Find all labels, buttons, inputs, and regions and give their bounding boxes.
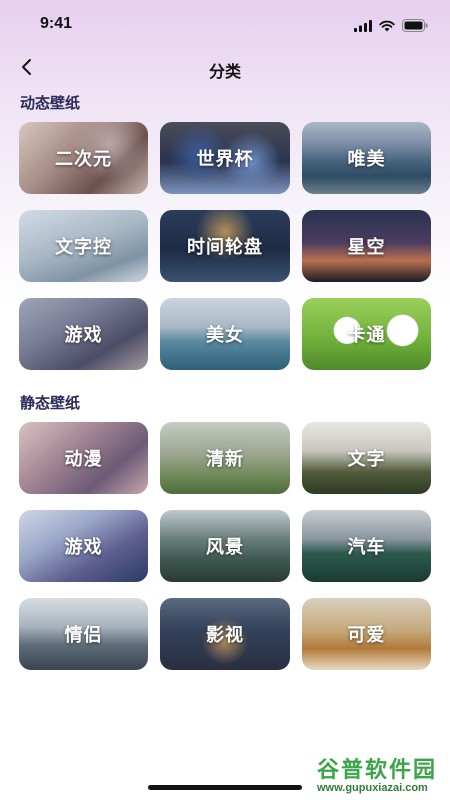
watermark: 谷普软件园 www.gupuxiazai.com xyxy=(313,752,448,798)
category-label: 文字 xyxy=(347,449,386,470)
section-title-dynamic: 动态壁纸 xyxy=(20,94,81,112)
category-tile[interactable]: 风景 xyxy=(160,510,290,582)
category-label: 可爱 xyxy=(347,625,386,646)
status-icons xyxy=(354,17,428,36)
category-tile[interactable]: 唯美 xyxy=(302,122,431,194)
status-bar: 9:41 xyxy=(0,0,450,50)
category-tile[interactable]: 文字控 xyxy=(19,210,148,282)
category-tile[interactable]: 世界杯 xyxy=(160,122,290,194)
category-label: 风景 xyxy=(206,537,244,558)
category-label: 卡通 xyxy=(347,325,386,346)
category-tile[interactable]: 时间轮盘 xyxy=(160,210,290,282)
category-tile[interactable]: 影视 xyxy=(160,598,290,670)
category-tile[interactable]: 游戏 xyxy=(19,510,148,582)
category-label: 汽车 xyxy=(347,537,386,558)
category-label: 时间轮盘 xyxy=(187,237,263,258)
category-label: 游戏 xyxy=(64,325,103,346)
status-time: 9:41 xyxy=(40,15,73,32)
category-tile[interactable]: 汽车 xyxy=(302,510,431,582)
category-label: 清新 xyxy=(206,449,244,470)
category-tile[interactable]: 清新 xyxy=(160,422,290,494)
category-label: 唯美 xyxy=(347,149,386,170)
category-tile[interactable]: 游戏 xyxy=(19,298,148,370)
home-indicator[interactable] xyxy=(148,785,302,790)
category-label: 星空 xyxy=(347,237,386,258)
watermark-url: www.gupuxiazai.com xyxy=(317,782,428,794)
category-label: 美女 xyxy=(206,325,244,346)
nav-bar: 分类 xyxy=(0,52,450,88)
battery-icon xyxy=(402,17,428,36)
category-label: 情侣 xyxy=(64,625,103,646)
category-tile[interactable]: 卡通 xyxy=(302,298,431,370)
static-wallpaper-grid: 动漫 清新 文字 游戏 风景 汽车 情侣 影视 可爱 xyxy=(19,422,431,670)
category-label: 游戏 xyxy=(64,537,103,558)
category-label: 二次元 xyxy=(55,149,112,170)
category-tile[interactable]: 文字 xyxy=(302,422,431,494)
category-tile[interactable]: 情侣 xyxy=(19,598,148,670)
category-label: 文字控 xyxy=(55,237,112,258)
wifi-icon xyxy=(379,17,395,36)
category-label: 影视 xyxy=(206,625,244,646)
cellular-signal-icon xyxy=(354,17,372,36)
category-label: 世界杯 xyxy=(196,149,254,170)
page-title: 分类 xyxy=(208,62,241,81)
section-title-static: 静态壁纸 xyxy=(20,394,81,412)
category-tile[interactable]: 二次元 xyxy=(19,122,148,194)
watermark-name: 谷普软件园 xyxy=(317,758,438,783)
category-tile[interactable]: 动漫 xyxy=(19,422,148,494)
category-tile[interactable]: 可爱 xyxy=(302,598,431,670)
category-tile[interactable]: 星空 xyxy=(302,210,431,282)
category-label: 动漫 xyxy=(64,449,103,470)
dynamic-wallpaper-grid: 二次元 世界杯 唯美 文字控 时间轮盘 星空 游戏 美女 卡通 xyxy=(19,122,431,370)
category-tile[interactable]: 美女 xyxy=(160,298,290,370)
